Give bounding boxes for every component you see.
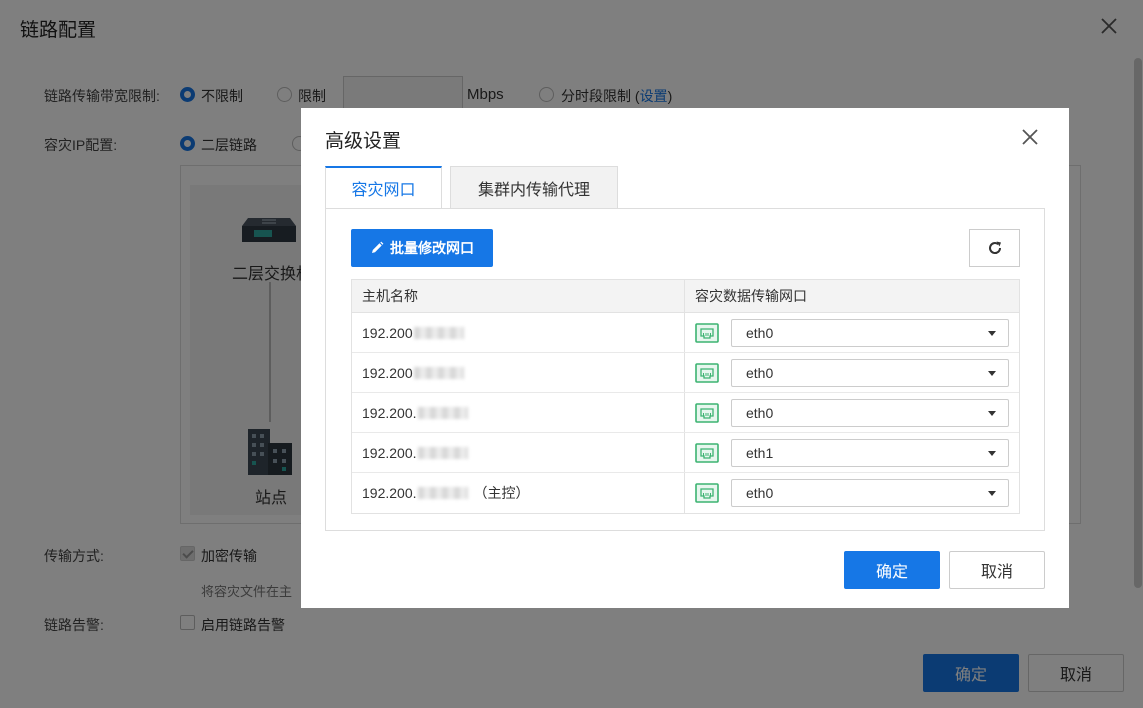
table-row: 192.200. eth1: [352, 433, 1019, 473]
redacted-mask: [417, 487, 468, 499]
port-cell: eth0: [685, 393, 1019, 432]
table-row: 192.200 eth0: [352, 313, 1019, 353]
advanced-settings-dialog: 高级设置 容灾网口 集群内传输代理 批量修改网口 主机名称 容灾数据传输网口 1…: [301, 108, 1069, 608]
host-cell: 192.200. （主控）: [352, 473, 685, 513]
caret-down-icon: [988, 330, 996, 336]
batch-edit-label: 批量修改网口: [390, 240, 474, 256]
host-name: 192.200: [362, 324, 413, 341]
pencil-icon: [372, 241, 384, 253]
port-value: eth0: [746, 364, 774, 381]
dialog-tabs: 容灾网口 集群内传输代理: [325, 166, 1045, 209]
host-name: 192.200: [362, 364, 413, 381]
network-port-icon: [695, 442, 719, 463]
tab-cluster-proxy[interactable]: 集群内传输代理: [450, 166, 618, 209]
table-row: 192.200 eth0: [352, 353, 1019, 393]
host-name: 192.200.: [362, 485, 417, 501]
tab-dr-port[interactable]: 容灾网口: [325, 166, 442, 208]
port-table: 主机名称 容灾数据传输网口 192.200 eth0 192.200 eth0 192.…: [351, 279, 1020, 514]
dialog-close-icon[interactable]: [1019, 126, 1041, 148]
column-host: 主机名称: [352, 280, 685, 312]
host-name: 192.200.: [362, 404, 417, 421]
refresh-icon: [988, 241, 1001, 254]
column-port: 容灾数据传输网口: [695, 288, 807, 304]
port-select[interactable]: eth0: [731, 318, 1009, 347]
network-port-icon: [695, 362, 719, 383]
port-value: eth0: [746, 404, 774, 421]
port-select[interactable]: eth1: [731, 438, 1009, 467]
caret-down-icon: [988, 450, 996, 456]
port-value: eth1: [746, 444, 774, 461]
redacted-mask: [417, 406, 468, 419]
refresh-button[interactable]: [969, 229, 1020, 267]
dialog-cancel-button[interactable]: 取消: [949, 551, 1045, 589]
table-row: 192.200. （主控） eth0: [352, 473, 1019, 513]
redacted-mask: [417, 446, 468, 459]
table-header: 主机名称 容灾数据传输网口: [352, 280, 1019, 313]
caret-down-icon: [988, 410, 996, 416]
port-value: eth0: [746, 485, 774, 501]
port-select[interactable]: eth0: [731, 479, 1009, 507]
network-port-icon: [695, 322, 719, 343]
host-cell: 192.200: [352, 353, 685, 392]
host-name: 192.200.: [362, 444, 417, 461]
redacted-mask: [413, 366, 464, 379]
host-cell: 192.200.: [352, 433, 685, 472]
port-cell: eth0: [685, 313, 1019, 352]
port-cell: eth0: [685, 353, 1019, 392]
network-port-icon: [695, 483, 719, 503]
port-select[interactable]: eth0: [731, 398, 1009, 427]
host-cell: 192.200: [352, 313, 685, 352]
host-cell: 192.200.: [352, 393, 685, 432]
table-body: 192.200 eth0 192.200 eth0 192.200. eth0 192.20…: [352, 313, 1019, 513]
dialog-title: 高级设置: [325, 131, 402, 152]
port-cell: eth1: [685, 433, 1019, 472]
host-role: （主控）: [473, 485, 530, 501]
port-cell: eth0: [685, 473, 1019, 513]
caret-down-icon: [988, 370, 996, 376]
port-select[interactable]: eth0: [731, 358, 1009, 387]
dialog-ok-button[interactable]: 确定: [844, 551, 940, 589]
table-row: 192.200. eth0: [352, 393, 1019, 433]
network-port-icon: [695, 402, 719, 423]
redacted-mask: [413, 326, 464, 339]
caret-down-icon: [988, 491, 996, 496]
batch-edit-button[interactable]: 批量修改网口: [351, 229, 493, 267]
tab-panel: 批量修改网口 主机名称 容灾数据传输网口 192.200 eth0 192.200 e…: [325, 208, 1045, 531]
port-value: eth0: [746, 324, 774, 341]
